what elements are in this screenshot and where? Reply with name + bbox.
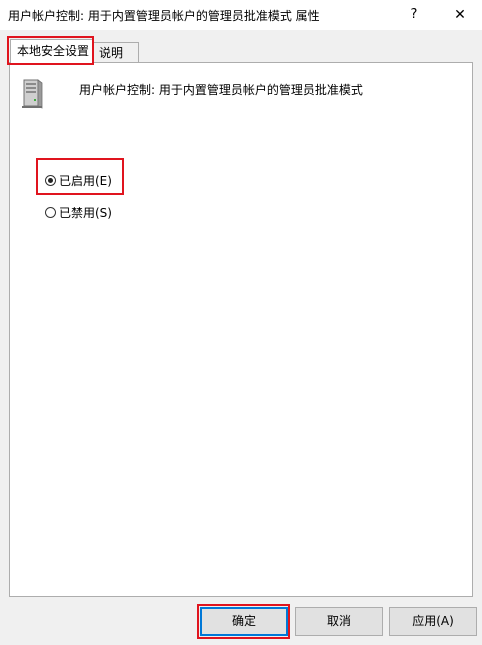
tab-local-security-setting[interactable]: 本地安全设置 [10, 39, 94, 63]
window-title: 用户帐户控制: 用于内置管理员帐户的管理员批准模式 属性 [8, 9, 320, 23]
disabled-label: 已禁用(S) [59, 205, 112, 220]
policy-name: 用户帐户控制: 用于内置管理员帐户的管理员批准模式 [79, 83, 363, 97]
enabled-radio[interactable] [45, 175, 56, 186]
apply-button[interactable]: 应用(A) [389, 607, 477, 636]
cancel-button[interactable]: 取消 [295, 607, 383, 636]
tab-panel [9, 62, 473, 597]
properties-dialog: 用户帐户控制: 用于内置管理员帐户的管理员批准模式 属性 ? ✕ 本地安全设置 … [0, 0, 482, 645]
enabled-label: 已启用(E) [59, 173, 112, 188]
disabled-option[interactable]: 已禁用(S) [45, 204, 112, 220]
tab-explain[interactable]: 说明 [93, 42, 139, 63]
server-icon [22, 79, 43, 109]
enabled-option[interactable]: 已启用(E) [45, 172, 112, 188]
help-button[interactable]: ? [394, 0, 434, 30]
close-button[interactable]: ✕ [440, 0, 480, 30]
disabled-radio[interactable] [45, 207, 56, 218]
ok-button[interactable]: 确定 [200, 607, 288, 636]
title-bar: 用户帐户控制: 用于内置管理员帐户的管理员批准模式 属性 ? ✕ [0, 0, 482, 30]
